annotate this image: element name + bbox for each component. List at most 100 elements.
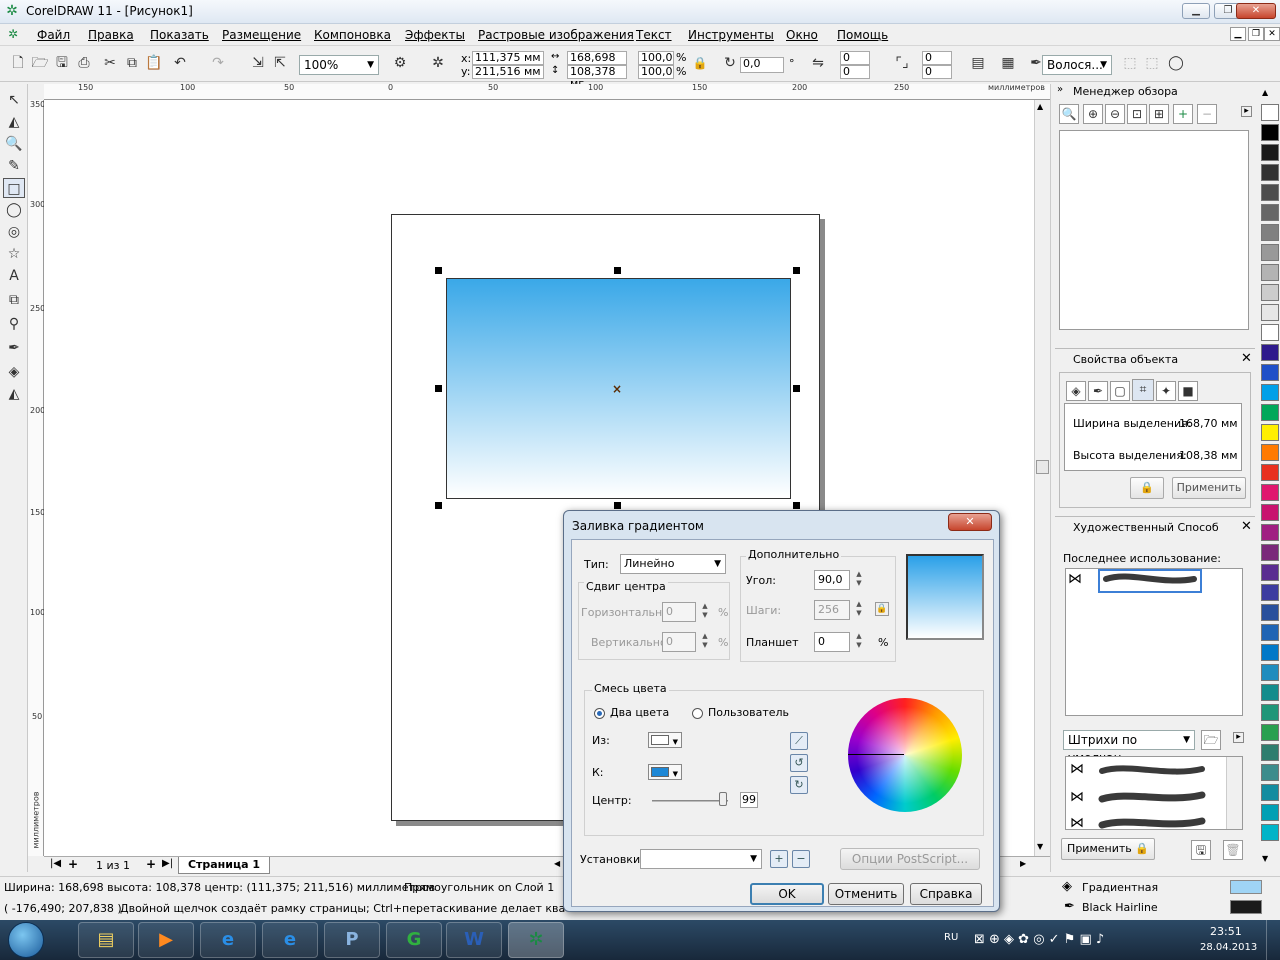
selection-handle[interactable] <box>793 502 800 509</box>
add-page-after-icon[interactable]: + <box>146 857 156 871</box>
palette-swatch[interactable] <box>1261 204 1279 221</box>
cut-icon[interactable]: ✂ <box>100 52 120 74</box>
delete-stroke-icon[interactable]: 🗑 <box>1223 840 1243 860</box>
shape-tool-icon[interactable]: ◭ <box>3 112 25 132</box>
fill-tab-icon[interactable]: ◈ <box>1066 381 1086 401</box>
menu-effects[interactable]: Эффекты <box>405 28 465 42</box>
flyout-arrow-icon[interactable]: ▸ <box>1241 106 1252 117</box>
freehand-tool-icon[interactable]: ✎ <box>3 156 25 176</box>
selection-handle[interactable] <box>614 502 621 509</box>
add-preset-icon[interactable]: + <box>770 850 788 868</box>
zoom-select[interactable]: 100% ▼ <box>299 55 379 75</box>
palette-swatch[interactable] <box>1261 244 1279 261</box>
horizontal-field[interactable]: 0 <box>662 602 696 622</box>
palette-swatch[interactable] <box>1261 504 1279 521</box>
redo-icon[interactable]: ↷ <box>208 52 228 74</box>
minimize-icon[interactable]: ▁ <box>1182 3 1210 19</box>
vertical-field[interactable]: 0 <box>662 632 696 652</box>
interactive-blend-icon[interactable]: ⧉ <box>3 290 25 310</box>
remove-view-icon[interactable]: − <box>1197 104 1217 124</box>
menu-arrange[interactable]: Размещение <box>222 28 301 42</box>
outline-tab-icon[interactable]: ✒ <box>1088 381 1108 401</box>
ccw-blend-icon[interactable]: ↺ <box>790 754 808 772</box>
corner-tr-field[interactable]: 0 <box>922 51 952 65</box>
scale-y-field[interactable]: 100,0 <box>638 65 674 79</box>
center-field[interactable]: 99 <box>740 792 758 808</box>
round-corners-icon[interactable]: ⌜⌟ <box>892 52 912 74</box>
ok-button[interactable]: OK <box>750 883 824 905</box>
stroke-sample[interactable] <box>1098 787 1208 807</box>
explorer-taskbar-icon[interactable]: ▤ <box>78 922 134 958</box>
vertical-scrollbar[interactable]: ▲ ▼ <box>1034 100 1050 856</box>
height-field[interactable]: 108,378 мг <box>567 65 627 90</box>
palette-swatch[interactable] <box>1261 264 1279 281</box>
stroke-list-scrollbar[interactable] <box>1226 757 1242 829</box>
angle-spinner-icon[interactable]: ▲ ▼ <box>852 570 866 590</box>
center-slider-track[interactable] <box>652 800 728 802</box>
zoom-one-shot-icon[interactable]: 🔍 <box>1059 104 1079 124</box>
selection-handle[interactable] <box>614 267 621 274</box>
import-icon[interactable]: ⇲ <box>248 52 268 74</box>
color-wheel[interactable] <box>848 698 962 812</box>
p-app-taskbar-icon[interactable]: P <box>324 922 380 958</box>
first-page-icon[interactable]: |◀ <box>50 858 61 869</box>
angle-field[interactable]: 0,0 <box>740 57 784 73</box>
cw-blend-icon[interactable]: ↻ <box>790 776 808 794</box>
general-tab-icon[interactable]: ▢ <box>1110 381 1130 401</box>
dialog-close-icon[interactable]: ✕ <box>948 513 992 531</box>
media-player-taskbar-icon[interactable]: ▶ <box>138 922 194 958</box>
corner-tl-field[interactable]: 0 <box>840 51 870 65</box>
palette-swatch[interactable] <box>1261 744 1279 761</box>
eyedropper-icon[interactable]: ⚲ <box>3 314 25 334</box>
zoom-tool-icon[interactable]: 🔍 <box>3 134 25 154</box>
palette-swatch[interactable] <box>1261 484 1279 501</box>
type-select[interactable]: Линейно ▼ <box>620 554 726 574</box>
palette-swatch[interactable] <box>1261 164 1279 181</box>
lock-icon[interactable]: 🔒 <box>1130 477 1164 499</box>
palette-swatch[interactable] <box>1261 224 1279 241</box>
postscript-options-button[interactable]: Опции PostScript... <box>840 848 980 870</box>
zoom-out-icon[interactable]: ⊖ <box>1105 104 1125 124</box>
scroll-up-icon[interactable]: ▲ <box>1037 102 1043 111</box>
internet-tab-icon[interactable]: ✦ <box>1156 381 1176 401</box>
palette-swatch[interactable] <box>1261 644 1279 661</box>
close-icon[interactable]: ✕ <box>1236 3 1276 19</box>
center-slider-thumb[interactable] <box>719 792 728 806</box>
g-app-taskbar-icon[interactable]: G <box>386 922 442 958</box>
add-page-icon[interactable]: + <box>68 857 78 871</box>
app-launcher-icon[interactable]: ⚙ <box>390 52 410 74</box>
two-colors-radio[interactable] <box>594 708 605 719</box>
palette-swatch[interactable] <box>1261 124 1279 141</box>
palette-down-icon[interactable]: ▼ <box>1262 854 1268 863</box>
to-curves-icon[interactable]: ⬚ <box>1120 52 1140 74</box>
outline-width-select[interactable]: Волося... ▼ <box>1042 55 1112 75</box>
pad-field[interactable]: 0 <box>814 632 850 652</box>
export-icon[interactable]: ⇱ <box>270 52 290 74</box>
palette-swatch[interactable] <box>1261 604 1279 621</box>
steps-field[interactable]: 256 <box>814 600 850 620</box>
nodes-icon[interactable]: ◯ <box>1166 52 1186 74</box>
summary-tab-icon[interactable]: ■ <box>1178 381 1198 401</box>
palette-swatch[interactable] <box>1261 324 1279 341</box>
add-view-icon[interactable]: + <box>1173 104 1193 124</box>
palette-swatch[interactable] <box>1261 144 1279 161</box>
word-taskbar-icon[interactable]: W <box>446 922 502 958</box>
palette-swatch[interactable] <box>1261 404 1279 421</box>
remove-preset-icon[interactable]: − <box>792 850 810 868</box>
wrap-text-icon[interactable]: ▤ <box>968 52 988 74</box>
last-page-icon[interactable]: ▶| <box>162 858 173 869</box>
new-document-icon[interactable]: 🗋 <box>8 52 28 74</box>
close-object-properties-icon[interactable]: ✕ <box>1241 351 1252 366</box>
apply-stroke-button[interactable]: Применить 🔒 <box>1061 838 1155 860</box>
rectangle-tab-icon[interactable]: ⌗ <box>1132 379 1154 401</box>
width-field[interactable]: 168,698 мг <box>567 51 627 76</box>
selection-handle[interactable] <box>435 385 442 392</box>
coreldraw-taskbar-icon[interactable]: ✲ <box>508 922 564 958</box>
palette-swatch[interactable] <box>1261 524 1279 541</box>
stroke-preset[interactable] <box>1098 569 1202 593</box>
ie-second-taskbar-icon[interactable]: e <box>262 922 318 958</box>
selection-handle[interactable] <box>793 267 800 274</box>
palette-swatch[interactable] <box>1261 444 1279 461</box>
menu-view[interactable]: Показать <box>150 28 209 42</box>
cancel-button[interactable]: Отменить <box>828 883 904 905</box>
